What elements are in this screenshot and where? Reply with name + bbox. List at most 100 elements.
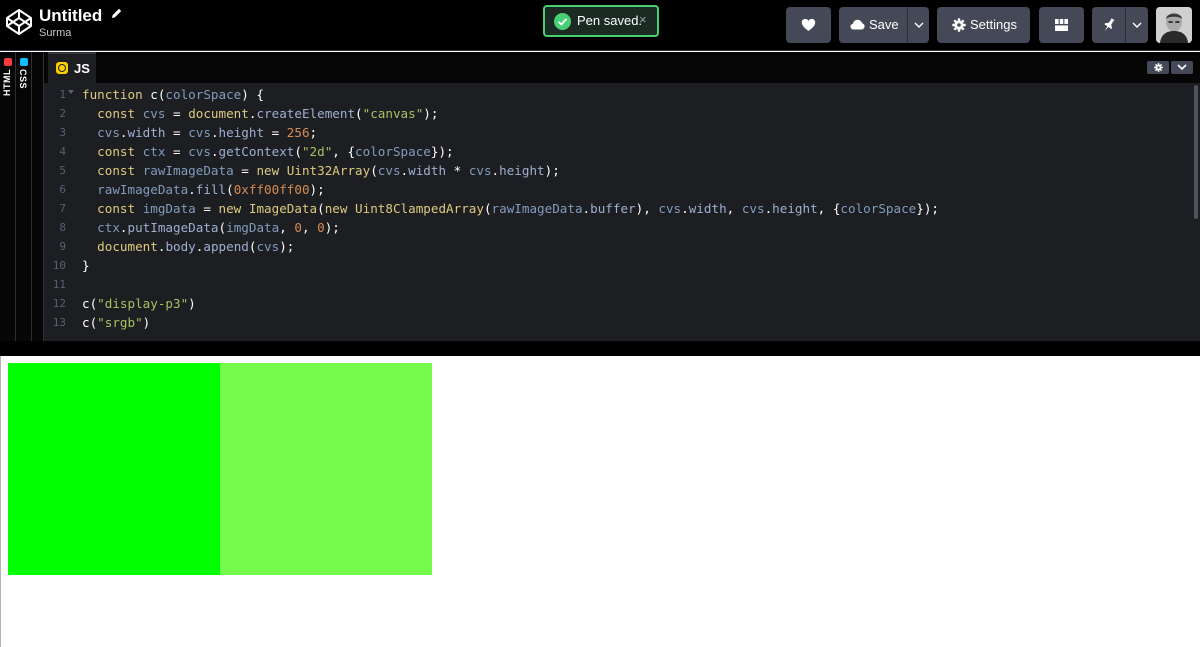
pin-options-button[interactable] [1125,7,1148,43]
save-button-group: Save [839,7,929,43]
code-token: }); [916,201,939,216]
html-editor-collapsed-tab[interactable]: HTML [0,52,16,341]
code-token: = [165,106,189,121]
code-token: colorSpace [840,201,917,216]
code-token: ) [142,315,151,330]
code-token: . [210,144,219,159]
result-preview [0,356,1200,647]
code-token: colorSpace [165,87,242,102]
user-avatar[interactable] [1156,7,1192,43]
pin-button[interactable] [1092,7,1125,43]
code-token: cvs [188,125,211,140]
code-token: fill [195,182,227,197]
js-options-button[interactable] [1171,61,1193,74]
preview-resize-bar[interactable] [0,341,1200,356]
code-token: = [233,163,257,178]
pen-title[interactable]: Untitled [39,6,102,26]
code-token: c( [142,87,166,102]
code-token: }); [430,144,454,159]
code-token: = [165,125,189,140]
line-number: 1 [59,88,66,101]
canvas-srgb [220,363,432,575]
code-token: rawImageData [97,182,189,197]
header: Untitled Surma Pen saved. × Save Setting… [0,0,1200,51]
toast-close-icon[interactable]: × [639,12,647,28]
code-token: new [324,201,348,216]
js-settings-button[interactable] [1147,61,1169,74]
code-token: , { [817,201,841,216]
code-line: const ctx = cvs.getContext("2d", {colorS… [82,142,454,161]
code-token: cvs [97,125,120,140]
code-line: } [82,256,90,275]
save-label: Save [869,17,899,32]
pencil-icon[interactable] [110,7,123,20]
code-token: . [119,125,128,140]
code-token: } [82,258,90,273]
code-token: body [165,239,196,254]
save-options-button[interactable] [907,7,929,43]
code-token: "display-p3" [97,296,189,311]
editor-area: HTML CSS JS 1 2 3 4 5 6 7 8 9 10 11 12 1… [0,52,1200,356]
css-editor-collapsed-tab[interactable]: CSS [16,52,32,341]
code-line: c("srgb") [82,313,150,332]
code-token: ctx [97,220,120,235]
code-token: ( [355,106,363,121]
js-tab-label: JS [74,61,90,76]
chevron-down-icon [914,22,924,28]
code-token: putImageData [127,220,219,235]
code-token: ); [423,106,439,121]
code-token: cvs [142,106,166,121]
code-token: imgData [142,201,196,216]
code-line: const rawImageData = new Uint32Array(cvs… [82,161,560,180]
js-code-editor[interactable]: 1 2 3 4 5 6 7 8 9 10 11 12 13 function c(colorSpace)… [44,83,1200,341]
love-button[interactable] [786,7,831,43]
code-token: ( [294,144,302,159]
check-circle-icon [554,13,571,30]
settings-label: Settings [970,17,1017,32]
line-number: 9 [59,240,66,253]
editor-scrollbar[interactable] [1194,85,1198,219]
code-token: "2d" [301,144,333,159]
heart-icon [801,18,816,31]
line-number: 3 [59,126,66,139]
code-token: const [97,163,136,178]
code-token: . [582,201,591,216]
save-button[interactable]: Save [839,7,907,43]
change-view-button[interactable] [1039,7,1084,43]
code-token: colorSpace [355,144,431,159]
code-token: ); [279,239,295,254]
code-token: cvs [658,201,682,216]
code-token: = [264,125,287,140]
code-token: rawImageData [142,163,234,178]
code-token: , [279,220,295,235]
code-token: height [218,125,265,140]
code-token: const [97,144,136,159]
codepen-logo-icon[interactable] [4,7,34,37]
code-token: 0xff00ff00 [233,182,310,197]
js-editor-tab[interactable]: JS [48,52,96,83]
code-token: "srgb" [97,315,143,330]
pen-author[interactable]: Surma [39,26,123,40]
code-token: cvs [377,163,401,178]
code-token: const [97,201,136,216]
code-token: width [408,163,447,178]
settings-button[interactable]: Settings [937,7,1030,43]
code-token: cvs [188,144,211,159]
code-token: , [726,201,742,216]
fold-arrow-icon[interactable] [68,90,74,94]
code-token: = [195,201,219,216]
line-number: 2 [59,107,66,120]
code-token: Uint8ClampedArray [355,201,484,216]
editor-resize-gutter[interactable] [32,52,44,341]
